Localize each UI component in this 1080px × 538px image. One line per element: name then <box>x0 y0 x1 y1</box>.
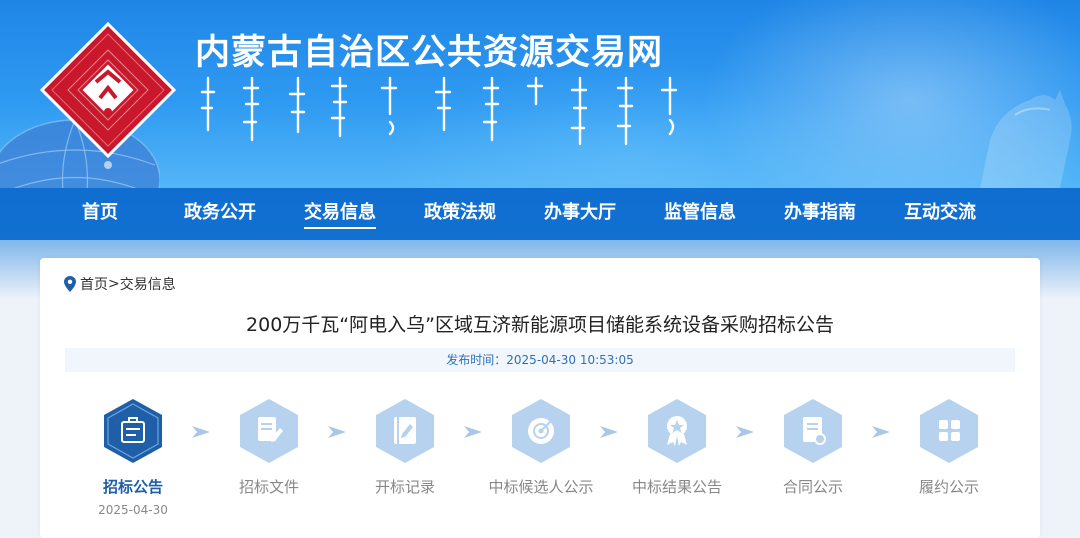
nav-item-label: 互动交流 <box>904 202 976 223</box>
target-icon <box>512 399 570 463</box>
nav-item-government-affairs[interactable]: 政务公开 <box>170 188 270 240</box>
article-title: 200万千瓦“阿电入乌”区域互济新能源项目储能系统设备采购招标公告 <box>246 314 834 336</box>
step-label: 中标结果公告 <box>631 478 722 496</box>
content-card: 首页 > 交易信息 200万千瓦“阿电入乌”区域互济新能源项目储能系统设备采购招… <box>40 258 1040 538</box>
nav-item-label: 政务公开 <box>184 202 256 223</box>
emblem-logo-icon <box>39 21 177 169</box>
nav-item-label: 监管信息 <box>664 202 736 223</box>
step-contract-publicity[interactable]: 合同公示 <box>753 398 873 497</box>
mongolian-script-decoration <box>200 76 678 146</box>
breadcrumb-separator: > <box>108 276 120 292</box>
nav-item-label: 交易信息 <box>304 202 376 229</box>
nav-item-label: 首页 <box>82 202 118 223</box>
contract-icon <box>784 399 842 463</box>
step-label: 招标文件 <box>238 478 299 496</box>
step-bid-opening-record[interactable]: 开标记录 <box>345 398 465 497</box>
step-tender-documents[interactable]: 招标文件 <box>209 398 329 497</box>
announcement-icon <box>104 399 162 463</box>
nav-item-trading-info[interactable]: 交易信息 <box>290 188 390 240</box>
step-label: 履约公示 <box>918 478 979 496</box>
nav-item-policies[interactable]: 政策法规 <box>410 188 510 240</box>
breadcrumb: 首页 > 交易信息 <box>64 274 176 294</box>
step-announcement[interactable]: 招标公告 2025-04-30 <box>73 398 193 517</box>
publish-time: 2025-04-30 10:53:05 <box>506 353 634 367</box>
step-candidate-publicity[interactable]: 中标候选人公示 <box>481 398 601 497</box>
nav-item-supervision[interactable]: 监管信息 <box>650 188 750 240</box>
step-performance-publicity[interactable]: 履约公示 <box>889 398 1009 497</box>
nav-item-home[interactable]: 首页 <box>60 188 140 240</box>
step-award-result[interactable]: 中标结果公告 <box>617 398 737 497</box>
breadcrumb-home-link[interactable]: 首页 <box>80 274 108 294</box>
nav-item-label: 政策法规 <box>424 202 496 223</box>
location-pin-icon <box>64 276 76 292</box>
horse-decoration-icon <box>980 90 1072 188</box>
site-title: 内蒙古自治区公共资源交易网 <box>195 33 664 73</box>
grid-icon <box>920 399 978 463</box>
process-steps: 招标公告 2025-04-30 招标文件 开标记录 中标候选人公示 中标结果公告… <box>40 398 1040 538</box>
nav-item-interaction[interactable]: 互动交流 <box>890 188 990 240</box>
nav-item-guide[interactable]: 办事指南 <box>770 188 870 240</box>
breadcrumb-current[interactable]: 交易信息 <box>120 274 176 294</box>
award-icon <box>648 399 706 463</box>
nav-item-label: 办事指南 <box>784 202 856 223</box>
header-banner: 内蒙古自治区公共资源交易网 <box>0 0 1080 188</box>
document-edit-icon <box>240 399 298 463</box>
notebook-icon <box>376 399 434 463</box>
nav-item-label: 办事大厅 <box>544 202 616 223</box>
main-nav: 首页 政务公开 交易信息 政策法规 办事大厅 监管信息 办事指南 互动交流 <box>0 188 1080 240</box>
step-date: 2025-04-30 <box>98 503 168 517</box>
step-label: 中标候选人公示 <box>488 478 594 496</box>
step-label: 招标公告 <box>102 478 163 496</box>
publish-meta: 发布时间：2025-04-30 10:53:05 <box>65 348 1015 372</box>
step-label: 合同公示 <box>782 478 843 496</box>
publish-label: 发布时间： <box>446 353 507 367</box>
nav-item-service-hall[interactable]: 办事大厅 <box>530 188 630 240</box>
step-label: 开标记录 <box>374 478 435 496</box>
